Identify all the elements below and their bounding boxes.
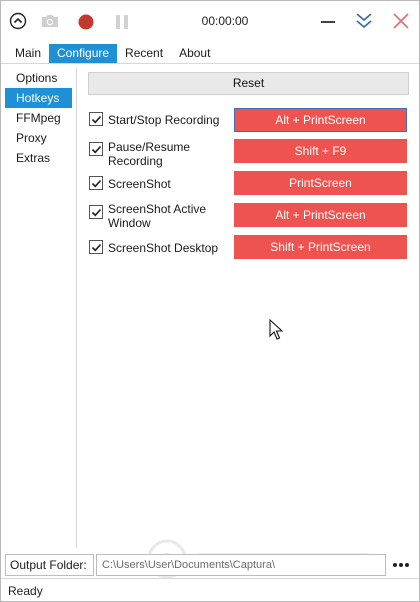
hotkey-row: ScreenShot PrintScreen (88, 171, 409, 195)
status-bar: Ready (1, 578, 419, 601)
hotkey-key-button[interactable]: Alt + PrintScreen (234, 203, 407, 227)
tab-configure[interactable]: Configure (49, 44, 118, 63)
sidebar-item-proxy[interactable]: Proxy (5, 128, 76, 148)
status-text: Ready (8, 584, 43, 598)
minimize-icon[interactable] (319, 13, 337, 31)
hotkey-enabled-checkbox[interactable] (89, 205, 103, 219)
tab-divider (1, 63, 419, 64)
checkmark-icon (91, 179, 101, 187)
checkmark-icon (91, 115, 101, 123)
hotkey-row: Pause/Resume Recording Shift + F9 (88, 138, 409, 168)
hotkey-key-button[interactable]: Alt + PrintScreen (234, 108, 407, 132)
sidebar-item-ffmpeg[interactable]: FFMpeg (5, 108, 76, 128)
tab-recent[interactable]: Recent (117, 44, 171, 63)
output-folder-path-field[interactable]: C:\Users\User\Documents\Captura\ (96, 554, 386, 576)
hotkey-label: ScreenShot Active Window (108, 202, 207, 230)
record-icon[interactable] (77, 13, 95, 31)
checkmark-icon (91, 243, 101, 251)
sidebar-item-hotkeys[interactable]: Hotkeys (5, 88, 72, 108)
hotkey-label: ScreenShot (108, 177, 171, 191)
hotkey-key-button[interactable]: PrintScreen (234, 171, 407, 195)
sidebar-item-options[interactable]: Options (5, 68, 76, 88)
output-folder-label: Output Folder: (5, 554, 94, 576)
mouse-cursor-icon (269, 318, 284, 344)
hotkey-enabled-checkbox[interactable] (89, 112, 103, 126)
camera-icon[interactable] (40, 13, 60, 29)
hotkey-enabled-checkbox[interactable] (89, 142, 103, 156)
recording-timer: 00:00:00 (201, 14, 249, 28)
hotkey-key-button[interactable]: Shift + F9 (234, 139, 407, 163)
checkmark-icon (91, 145, 101, 153)
hotkey-enabled-checkbox[interactable] (89, 240, 103, 254)
hotkey-key-button[interactable]: Shift + PrintScreen (234, 235, 407, 259)
output-folder-bar: Output Folder: C:\Users\User\Documents\C… (5, 554, 415, 576)
configure-sidebar: Options Hotkeys FFMpeg Proxy Extras (5, 68, 77, 548)
hotkey-enabled-checkbox[interactable] (89, 176, 103, 190)
hotkey-row: ScreenShot Desktop Shift + PrintScreen (88, 235, 409, 259)
hotkey-row: ScreenShot Active Window Alt + PrintScre… (88, 201, 409, 231)
hotkey-label: Start/Stop Recording (108, 113, 220, 127)
close-icon[interactable] (392, 12, 410, 30)
hotkey-row: Start/Stop Recording Alt + PrintScreen (88, 108, 409, 132)
more-dots-icon[interactable] (387, 554, 415, 576)
tab-main[interactable]: Main (7, 44, 49, 63)
app-window: 00:00:00 Main Configure Recent About Opt… (0, 0, 420, 602)
capture-menu-icon[interactable] (9, 12, 27, 30)
main-tab-bar: Main Configure Recent About (7, 44, 218, 64)
collapse-icon[interactable] (354, 11, 374, 31)
tab-about[interactable]: About (171, 44, 218, 63)
hotkeys-panel: Reset Start/Stop Recording Alt + PrintSc… (81, 68, 413, 548)
reset-button[interactable]: Reset (88, 72, 409, 95)
title-bar: 00:00:00 (1, 1, 419, 41)
sidebar-item-extras[interactable]: Extras (5, 148, 76, 168)
hotkey-label: Pause/Resume Recording (108, 140, 191, 168)
pause-icon[interactable] (114, 13, 130, 31)
hotkey-label: ScreenShot Desktop (108, 241, 219, 255)
checkmark-icon (91, 208, 101, 216)
